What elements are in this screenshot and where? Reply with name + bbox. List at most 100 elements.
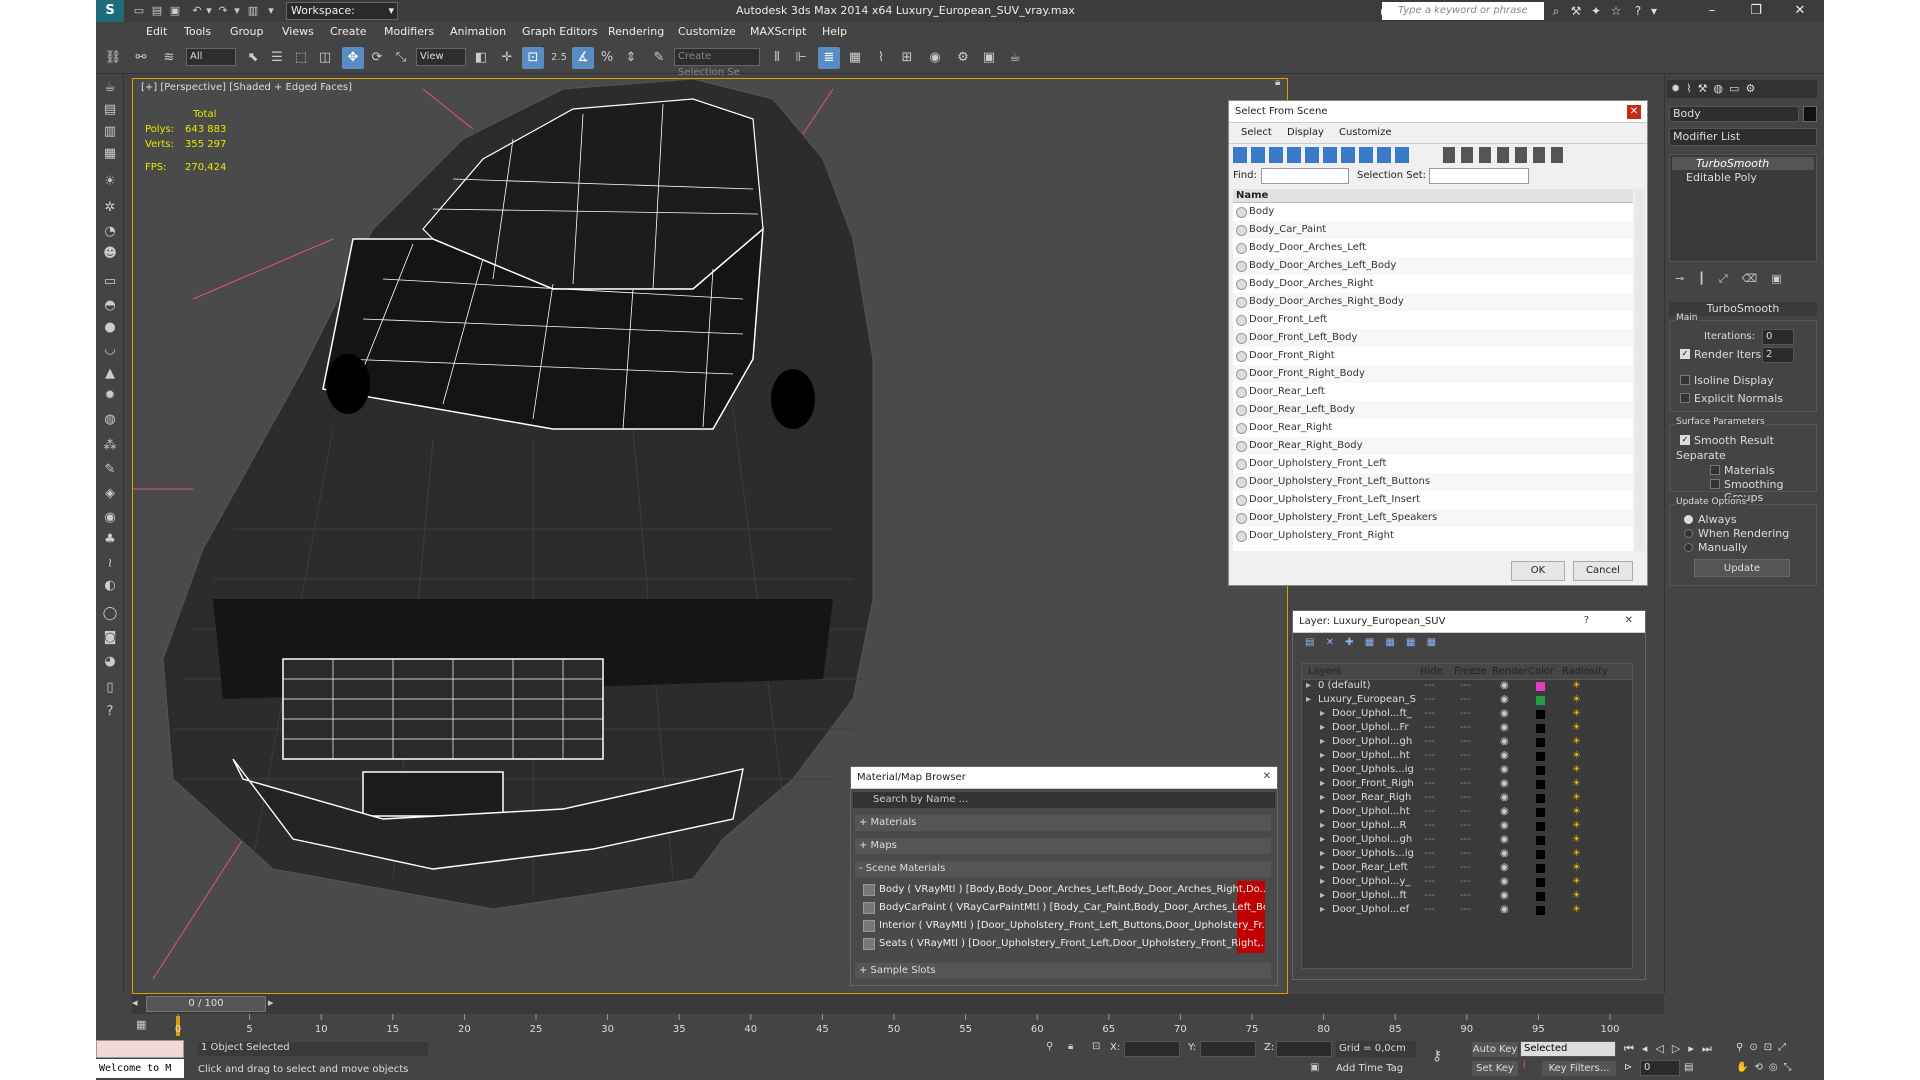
- freeze-toggle[interactable]: ---: [1460, 764, 1471, 775]
- scene-object-row[interactable]: Door_Front_Right: [1233, 347, 1633, 365]
- radiosity-icon[interactable]: ☀: [1572, 820, 1581, 831]
- render-iters-spinner[interactable]: 2: [1762, 347, 1794, 363]
- scene-material-row[interactable]: Interior ( VRayMtl ) [Door_Upholstery_Fr…: [863, 917, 1265, 935]
- radiosity-icon[interactable]: ☀: [1572, 834, 1581, 845]
- layer-row[interactable]: ▸ Door_Uphol...ft --- --- ◉ ☀: [1302, 890, 1622, 904]
- material-editor-icon[interactable]: ◉: [924, 47, 946, 69]
- section-sample-slots[interactable]: + Sample Slots: [855, 963, 1271, 979]
- layer-toolbar-icons[interactable]: ▤ ✕ ✚ ▦ ▦ ▦ ▦: [1305, 637, 1505, 655]
- set-key-button[interactable]: Set Key: [1472, 1061, 1518, 1076]
- named-selection-set-dropdown[interactable]: Create Selection Se: [674, 48, 760, 78]
- render-toggle-icon[interactable]: ◉: [1500, 778, 1509, 789]
- scene-object-row[interactable]: Door_Upholstery_Front_Left_Speakers: [1233, 509, 1633, 527]
- hair-icon[interactable]: ≀: [99, 554, 121, 574]
- radiosity-icon[interactable]: ☀: [1572, 904, 1581, 915]
- scene-object-row[interactable]: Door_Rear_Left: [1233, 383, 1633, 401]
- render-toggle-icon[interactable]: ◉: [1500, 806, 1509, 817]
- time-tag-icon[interactable]: ▣: [1310, 1062, 1319, 1073]
- scene-object-row[interactable]: Door_Upholstery_Front_Left_Insert: [1233, 491, 1633, 509]
- freeze-toggle[interactable]: ---: [1460, 680, 1471, 691]
- stack-tools-icons[interactable]: ⊸┃⤢⌫▣: [1669, 272, 1817, 288]
- layer-color-swatch[interactable]: [1536, 906, 1545, 915]
- find-input[interactable]: [1261, 168, 1349, 184]
- hide-toggle[interactable]: ---: [1424, 764, 1435, 775]
- time-slider-prev-icon[interactable]: ◂: [132, 996, 144, 1012]
- current-frame-field[interactable]: 0: [1640, 1060, 1680, 1076]
- redo-dropdown-icon[interactable]: ▾: [230, 3, 244, 19]
- hide-toggle[interactable]: ---: [1424, 862, 1435, 873]
- render-toggle-icon[interactable]: ◉: [1500, 876, 1509, 887]
- layer-row[interactable]: ▸ Door_Uphols...ig --- --- ◉ ☀: [1302, 764, 1622, 778]
- time-slider-thumb[interactable]: 0 / 100: [146, 996, 266, 1012]
- hide-toggle[interactable]: ---: [1424, 694, 1435, 705]
- time-configuration-icon[interactable]: ▤: [1684, 1062, 1693, 1073]
- sphere-gold-icon[interactable]: ◍: [99, 410, 121, 430]
- manually-radio[interactable]: [1684, 543, 1693, 552]
- materials-checkbox[interactable]: [1710, 465, 1720, 475]
- col-layers[interactable]: Layers: [1308, 666, 1341, 677]
- layer-help-icon[interactable]: ?: [1584, 615, 1589, 626]
- cancel-button[interactable]: Cancel: [1573, 561, 1633, 581]
- undo-dropdown-icon[interactable]: ▾: [202, 3, 216, 19]
- freeze-toggle[interactable]: ---: [1460, 876, 1471, 887]
- layer-color-swatch[interactable]: [1536, 878, 1545, 887]
- sun-icon[interactable]: ✹: [99, 386, 121, 406]
- freeze-toggle[interactable]: ---: [1460, 708, 1471, 719]
- hide-toggle[interactable]: ---: [1424, 680, 1435, 691]
- when-rendering-radio[interactable]: [1684, 529, 1693, 538]
- hide-toggle[interactable]: ---: [1424, 834, 1435, 845]
- col-hide[interactable]: Hide: [1420, 666, 1443, 677]
- particles-icon[interactable]: ✲: [99, 198, 121, 218]
- help-icon[interactable]: ?: [1630, 3, 1646, 19]
- manipulate-icon[interactable]: ✛: [496, 47, 518, 69]
- layer-row[interactable]: ▸ Door_Uphol...y_ --- --- ◉ ☀: [1302, 876, 1622, 890]
- x-coordinate-field[interactable]: [1124, 1041, 1180, 1057]
- maxscript-listener-top[interactable]: [96, 1040, 184, 1058]
- key-mode-dropdown[interactable]: Selected: [1520, 1041, 1616, 1057]
- select-and-rotate-icon[interactable]: ⟳: [366, 47, 388, 69]
- stack-item-turbosmooth[interactable]: TurboSmooth: [1672, 157, 1814, 170]
- material-browser-close-icon[interactable]: ✕: [1263, 771, 1271, 782]
- freeze-toggle[interactable]: ---: [1460, 848, 1471, 859]
- col-color[interactable]: Color: [1528, 666, 1554, 677]
- layer-color-swatch[interactable]: [1536, 836, 1545, 845]
- plant-icon[interactable]: ♣: [99, 530, 121, 550]
- curve-editor-icon[interactable]: ⌇: [870, 47, 892, 69]
- viewport-navigation-controls[interactable]: ⚲⊙⊡⤢: [1736, 1042, 1792, 1053]
- scene-object-row[interactable]: Door_Upholstery_Front_Left_Buttons: [1233, 473, 1633, 491]
- render-toggle-icon[interactable]: ◉: [1500, 848, 1509, 859]
- command-panel-tabs[interactable]: ✹⌇⚒◍▭⚙: [1667, 80, 1817, 98]
- layer-row[interactable]: ▸ Door_Rear_Left --- --- ◉ ☀: [1302, 862, 1622, 876]
- render-toggle-icon[interactable]: ◉: [1500, 862, 1509, 873]
- hide-toggle[interactable]: ---: [1424, 750, 1435, 761]
- section-maps[interactable]: + Maps: [855, 838, 1271, 854]
- cloth-icon[interactable]: ◐: [99, 576, 121, 596]
- freeze-toggle[interactable]: ---: [1460, 806, 1471, 817]
- z-coordinate-field[interactable]: [1276, 1041, 1332, 1057]
- render-toggle-icon[interactable]: ◉: [1500, 680, 1509, 691]
- scene-material-row[interactable]: Seats ( VRayMtl ) [Door_Upholstery_Front…: [863, 935, 1265, 953]
- playback-controls[interactable]: ⏮◂◁▷▸⏭: [1624, 1042, 1720, 1056]
- key-icon[interactable]: ⚷: [1432, 1048, 1442, 1064]
- layer-row[interactable]: ▸ Door_Uphol...ht --- --- ◉ ☀: [1302, 806, 1622, 820]
- hide-toggle[interactable]: ---: [1424, 736, 1435, 747]
- radiosity-icon[interactable]: ☀: [1572, 848, 1581, 859]
- layer-color-swatch[interactable]: [1536, 892, 1545, 901]
- maxscript-listener-input[interactable]: Welcome to M: [96, 1059, 184, 1078]
- new-file-icon[interactable]: ▭: [132, 3, 146, 19]
- select-and-scale-icon[interactable]: ⤡: [390, 47, 412, 69]
- project-folder-icon[interactable]: ▥: [246, 3, 260, 19]
- default-tangent-icon[interactable]: ⌇: [1522, 1060, 1527, 1071]
- hide-toggle[interactable]: ---: [1424, 792, 1435, 803]
- radiosity-icon[interactable]: ☀: [1572, 764, 1581, 775]
- key-filters-button[interactable]: Key Filters...: [1542, 1061, 1616, 1076]
- col-freeze[interactable]: Freeze: [1454, 666, 1487, 677]
- radiosity-icon[interactable]: ☀: [1572, 694, 1581, 705]
- section-scene-materials[interactable]: - Scene Materials: [855, 861, 1271, 877]
- selection-set-dropdown[interactable]: [1429, 168, 1529, 184]
- hide-toggle[interactable]: ---: [1424, 722, 1435, 733]
- layer-color-swatch[interactable]: [1536, 822, 1545, 831]
- always-radio[interactable]: [1684, 515, 1693, 524]
- select-and-move-icon[interactable]: ✥: [342, 47, 364, 69]
- auto-key-button[interactable]: Auto Key: [1472, 1042, 1518, 1057]
